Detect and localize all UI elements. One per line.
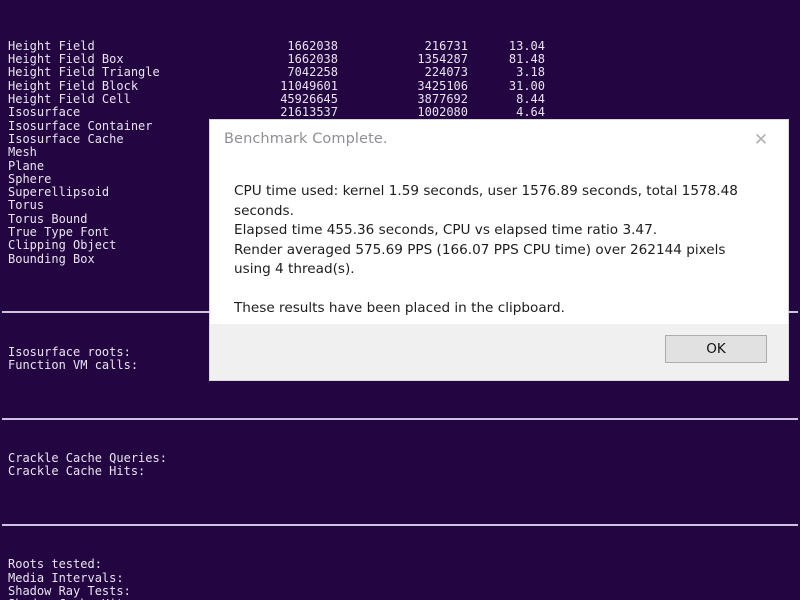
ray-stats-group: Roots tested: Media Intervals: Shadow Ray … bbox=[0, 558, 800, 600]
console-stat-value: 4.64 bbox=[516, 105, 545, 120]
console-stat-label: Superellipsoid bbox=[8, 185, 110, 200]
console-stat-value: 224073 bbox=[424, 65, 468, 80]
dialog-message-line: Elapsed time 455.36 seconds, CPU vs elap… bbox=[234, 222, 658, 238]
console-stat-label: Bounding Box bbox=[8, 251, 95, 266]
console-stat-label: Plane bbox=[8, 158, 45, 173]
console-stat-label: Isosurface bbox=[8, 105, 81, 120]
console-stat-label: Height Field Box bbox=[8, 52, 124, 67]
console-stat-label: Isosurface roots: bbox=[8, 344, 131, 359]
console-stat-row: Height Field Block 11049601 3425106 31.00 bbox=[0, 78, 800, 93]
console-stat-label: Function VM calls: bbox=[8, 358, 139, 373]
console-stat-value: 45926645 bbox=[280, 92, 338, 107]
console-stat-row: Height Field Box 1662038 1354287 81.48 bbox=[0, 52, 800, 67]
console-stat-row: Height Field 1662038 216731 13.04 bbox=[0, 38, 800, 53]
console-stat-label: Clipping Object bbox=[8, 238, 117, 253]
console-stat-label: Isosurface Cache bbox=[8, 131, 124, 146]
console-stat-label: Height Field bbox=[8, 38, 95, 53]
console-stat-label: Crackle Cache Queries: bbox=[8, 451, 167, 466]
dialog-message-line: Render averaged 575.69 PPS (166.07 PPS C… bbox=[234, 241, 726, 278]
dialog-title: Benchmark Complete. bbox=[224, 131, 388, 147]
console-stat-value: 1662038 bbox=[287, 38, 338, 53]
console-stat-label: Shadow Ray Tests: bbox=[8, 584, 131, 599]
console-stat-value: 3.18 bbox=[516, 65, 545, 80]
dialog-body: CPU time used: kernel 1.59 seconds, user… bbox=[210, 162, 788, 324]
console-stat-label: Sphere bbox=[8, 171, 52, 186]
separator-rule bbox=[0, 412, 800, 425]
dialog-clipboard-note: These results have been placed in the cl… bbox=[234, 299, 565, 316]
console-stat-label: Torus bbox=[8, 198, 45, 213]
console-stat-row: Height Field Triangle 7042258 224073 3.18 bbox=[0, 65, 800, 80]
console-stat-row: Roots tested: bbox=[0, 557, 800, 572]
crackle-cache-group: Crackle Cache Queries: Crackle Cache Hits… bbox=[0, 451, 800, 479]
console-stat-row: Crackle Cache Hits: bbox=[0, 464, 800, 479]
dialog-titlebar: Benchmark Complete. ✕ bbox=[210, 120, 788, 162]
console-stat-label: Roots tested: bbox=[8, 557, 102, 572]
console-stat-label: Media Intervals: bbox=[8, 570, 124, 585]
dialog-message-line: CPU time used: kernel 1.59 seconds, user… bbox=[234, 183, 738, 219]
console-stat-row: Isosurface 21613537 1002080 4.64 bbox=[0, 105, 800, 120]
ok-button[interactable]: OK bbox=[665, 335, 767, 363]
console-stat-label: Height Field Block bbox=[8, 78, 139, 93]
console-stat-value: 3877692 bbox=[417, 92, 468, 107]
console-stat-value: 21613537 bbox=[280, 105, 338, 120]
console-stat-value: 1662038 bbox=[287, 52, 338, 67]
separator-rule bbox=[0, 519, 800, 532]
console-stat-row: Shadow Ray Tests: bbox=[0, 584, 800, 599]
console-stat-label: Mesh bbox=[8, 145, 37, 160]
console-stat-label: True Type Font bbox=[8, 225, 110, 240]
console-stat-value: 1354287 bbox=[417, 52, 468, 67]
console-stat-value: 11049601 bbox=[280, 78, 338, 93]
console-stat-value: 31.00 bbox=[508, 78, 545, 93]
console-stat-label: Isosurface Container bbox=[8, 118, 153, 133]
console-stat-row: Height Field Cell 45926645 3877692 8.44 bbox=[0, 92, 800, 107]
console-stat-value: 13.04 bbox=[508, 38, 545, 53]
console-stat-label: Height Field Cell bbox=[8, 92, 131, 107]
benchmark-complete-dialog: Benchmark Complete. ✕ CPU time used: ker… bbox=[210, 120, 788, 380]
console-stat-value: 1002080 bbox=[417, 105, 468, 120]
console-stat-row: Crackle Cache Queries: bbox=[0, 451, 800, 466]
console-stat-label: Height Field Triangle bbox=[8, 65, 160, 80]
console-stat-label: Crackle Cache Hits: bbox=[8, 464, 146, 479]
dialog-footer: OK bbox=[210, 324, 788, 380]
console-stat-value: 3425106 bbox=[417, 78, 468, 93]
console-stat-value: 81.48 bbox=[508, 52, 545, 67]
close-icon[interactable]: ✕ bbox=[750, 129, 772, 151]
console-stat-label: Torus Bound bbox=[8, 211, 88, 226]
console-stat-value: 7042258 bbox=[287, 65, 338, 80]
console-stat-value: 216731 bbox=[424, 38, 468, 53]
console-stat-value: 8.44 bbox=[516, 92, 545, 107]
console-stat-row: Media Intervals: bbox=[0, 570, 800, 585]
